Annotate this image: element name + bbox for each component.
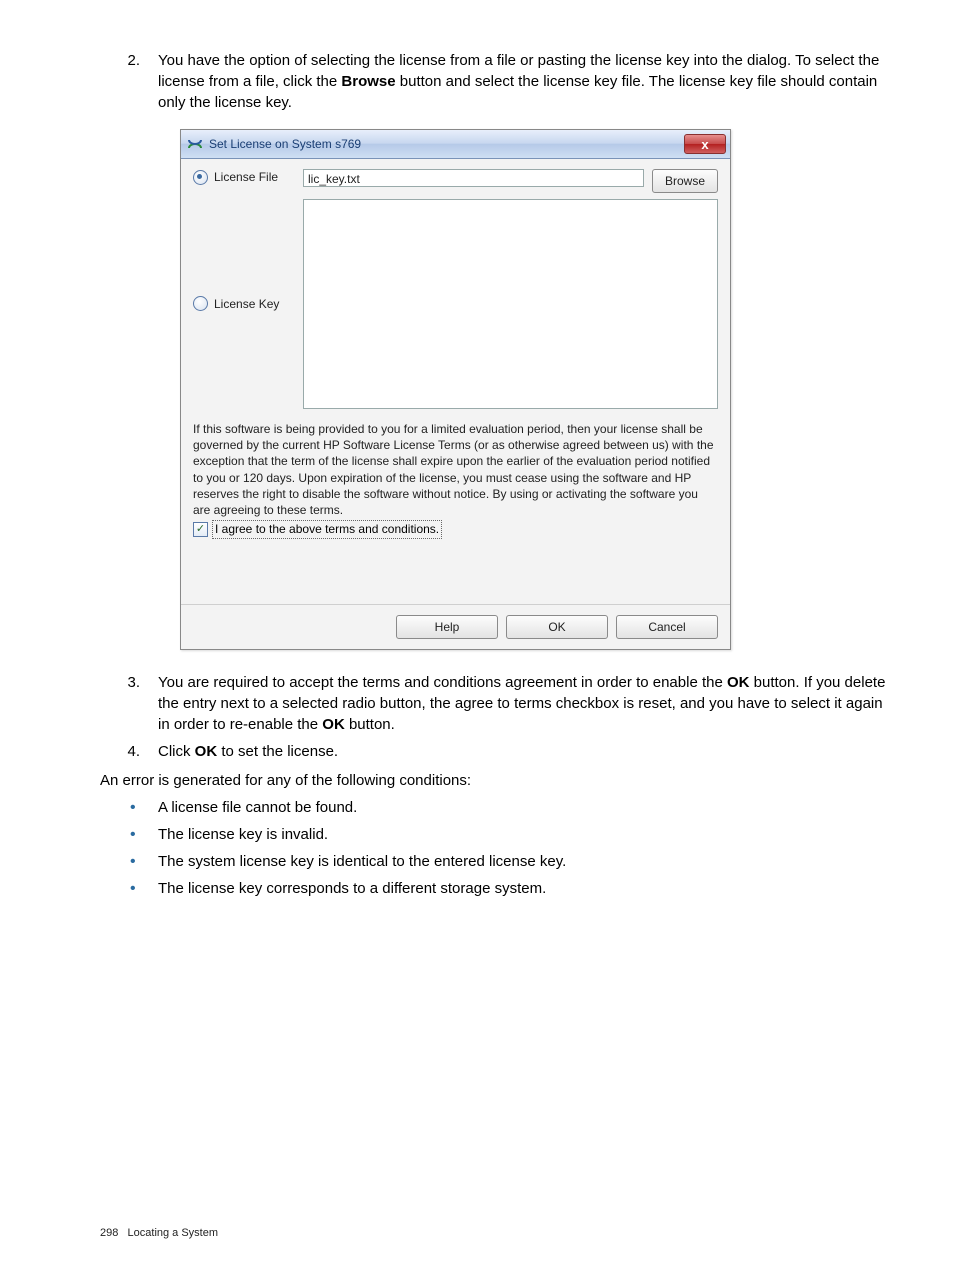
checkmark-icon: ✓ <box>196 524 205 535</box>
cancel-button[interactable]: Cancel <box>616 615 718 639</box>
license-key-textarea[interactable] <box>303 199 718 409</box>
dialog-title: Set License on System s769 <box>209 136 684 153</box>
step-number: 4. <box>100 741 158 762</box>
agree-row: ✓ I agree to the above terms and conditi… <box>193 520 718 539</box>
radio-label: License Key <box>214 296 279 313</box>
ok-word: OK <box>195 743 218 760</box>
radio-license-file[interactable] <box>193 170 208 185</box>
step-3: 3. You are required to accept the terms … <box>100 672 894 735</box>
close-icon: x <box>701 138 708 151</box>
dialog-body: License File lic_key.txt Browse License … <box>181 159 730 604</box>
list-item: The system license key is identical to t… <box>100 851 894 872</box>
step-2: 2. You have the option of selecting the … <box>100 50 894 113</box>
set-license-dialog: Set License on System s769 x License Fil… <box>180 129 731 650</box>
step-4: 4. Click OK to set the license. <box>100 741 894 762</box>
license-key-radio-group[interactable]: License Key <box>193 296 303 313</box>
step-body: Click OK to set the license. <box>158 741 894 762</box>
agree-label: I agree to the above terms and condition… <box>212 520 442 539</box>
browse-button[interactable]: Browse <box>652 169 718 193</box>
step-number: 2. <box>100 50 158 113</box>
section-title: Locating a System <box>128 1227 219 1239</box>
page-number: 298 <box>100 1227 118 1239</box>
list-item: A license file cannot be found. <box>100 797 894 818</box>
errors-intro: An error is generated for any of the fol… <box>100 770 894 791</box>
step-number: 3. <box>100 672 158 735</box>
text: button. <box>345 716 395 733</box>
error-list: A license file cannot be found. The lice… <box>100 797 894 899</box>
ok-word: OK <box>727 674 750 691</box>
page-footer: 298 Locating a System <box>100 1226 218 1241</box>
ok-button[interactable]: OK <box>506 615 608 639</box>
radio-license-key[interactable] <box>193 296 208 311</box>
browse-word: Browse <box>341 73 395 90</box>
list-item: The license key is invalid. <box>100 824 894 845</box>
terms-text: If this software is being provided to yo… <box>193 421 718 518</box>
agree-checkbox[interactable]: ✓ <box>193 522 208 537</box>
titlebar: Set License on System s769 x <box>181 130 730 159</box>
app-icon <box>187 136 203 152</box>
radio-label: License File <box>214 169 278 186</box>
close-button[interactable]: x <box>684 134 726 154</box>
text: Click <box>158 743 195 760</box>
dialog-footer: Help OK Cancel <box>181 604 730 649</box>
list-item: The license key corresponds to a differe… <box>100 878 894 899</box>
license-key-row: License Key <box>193 199 718 409</box>
ok-word: OK <box>322 716 345 733</box>
text: to set the license. <box>217 743 338 760</box>
step-body: You have the option of selecting the lic… <box>158 50 894 113</box>
step-body: You are required to accept the terms and… <box>158 672 894 735</box>
license-file-input[interactable]: lic_key.txt <box>303 169 644 187</box>
text: You are required to accept the terms and… <box>158 674 727 691</box>
license-file-row: License File lic_key.txt Browse <box>193 169 718 193</box>
license-file-radio-group[interactable]: License File <box>193 169 303 186</box>
help-button[interactable]: Help <box>396 615 498 639</box>
